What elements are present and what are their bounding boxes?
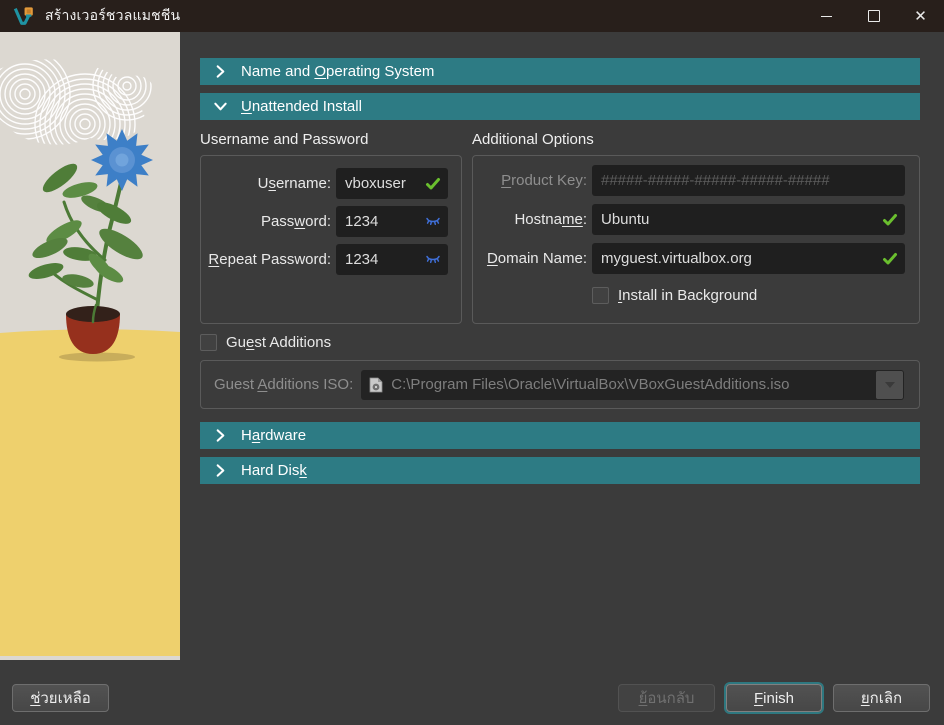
guest-additions-iso-group: Guest Additions ISO: C:\Program Files\Or… bbox=[200, 360, 920, 409]
triangle-down-icon bbox=[885, 382, 895, 388]
domain-name-field bbox=[592, 243, 905, 274]
optical-disc-file-icon bbox=[369, 377, 383, 393]
username-valid-check-icon bbox=[425, 176, 441, 192]
guest-additions-iso-label: Guest Additions ISO: bbox=[214, 376, 353, 393]
password-label: Password: bbox=[201, 213, 331, 230]
guest-additions-checkbox[interactable] bbox=[200, 334, 217, 351]
repeat-password-field bbox=[336, 244, 448, 275]
additional-options-group-title: Additional Options bbox=[472, 131, 594, 148]
minimize-icon bbox=[821, 16, 832, 17]
username-password-group: Username: Password: Repeat P bbox=[200, 155, 462, 324]
finish-button[interactable]: Finish bbox=[726, 684, 822, 712]
close-icon: ✕ bbox=[914, 9, 927, 24]
hostname-valid-check-icon bbox=[882, 212, 898, 228]
hostname-label: Hostname: bbox=[473, 211, 587, 228]
product-key-field bbox=[592, 165, 905, 196]
install-in-background-label: Install in Background bbox=[618, 287, 757, 304]
install-in-background-row: Install in Background bbox=[592, 287, 757, 304]
product-key-label: Product Key: bbox=[473, 172, 587, 189]
maximize-button[interactable] bbox=[850, 0, 897, 32]
hostname-input[interactable] bbox=[592, 211, 905, 228]
chevron-right-icon bbox=[213, 463, 228, 478]
section-hard-disk-label: Hard Disk bbox=[241, 462, 307, 479]
repeat-password-eye-closed-icon[interactable] bbox=[425, 254, 441, 265]
domain-valid-check-icon bbox=[882, 251, 898, 267]
create-vm-dialog: สร้างเวอร์ชวลแมชชีน ✕ bbox=[0, 0, 944, 725]
window-title: สร้างเวอร์ชวลแมชชีน bbox=[45, 5, 180, 27]
chevron-down-icon bbox=[213, 99, 228, 114]
section-name-os[interactable]: Name and Operating System bbox=[200, 58, 920, 85]
chevron-right-icon bbox=[213, 428, 228, 443]
section-hard-disk[interactable]: Hard Disk bbox=[200, 457, 920, 484]
password-field bbox=[336, 206, 448, 237]
sidebar-illustration bbox=[0, 32, 180, 660]
help-button[interactable]: ช่วยเหลือ bbox=[12, 684, 109, 712]
footer-bar: ช่วยเหลือ ย้อนกลับ Finish ยกเลิก bbox=[0, 660, 944, 725]
guest-additions-row: Guest Additions bbox=[200, 334, 920, 351]
section-unattended-label: Unattended Install bbox=[241, 98, 362, 115]
iso-dropdown-button[interactable] bbox=[876, 371, 903, 399]
product-key-input[interactable] bbox=[592, 172, 905, 189]
group-titles-row: Username and Password Additional Options bbox=[200, 131, 920, 149]
hostname-field bbox=[592, 204, 905, 235]
domain-name-input[interactable] bbox=[592, 250, 905, 267]
section-name-os-label: Name and Operating System bbox=[241, 63, 434, 80]
guest-additions-iso-path: C:\Program Files\Oracle\VirtualBox\VBoxG… bbox=[391, 376, 789, 393]
back-button[interactable]: ย้อนกลับ bbox=[618, 684, 715, 712]
username-field bbox=[336, 168, 448, 199]
password-eye-closed-icon[interactable] bbox=[425, 216, 441, 227]
username-label: Username: bbox=[201, 175, 331, 192]
minimize-button[interactable] bbox=[803, 0, 850, 32]
titlebar: สร้างเวอร์ชวลแมชชีน ✕ bbox=[0, 0, 944, 32]
section-hardware[interactable]: Hardware bbox=[200, 422, 920, 449]
chevron-right-icon bbox=[213, 64, 228, 79]
repeat-password-label: Repeat Password: bbox=[201, 251, 331, 268]
domain-name-label: Domain Name: bbox=[473, 250, 587, 267]
cancel-button[interactable]: ยกเลิก bbox=[833, 684, 930, 712]
flower-pot-artwork-icon bbox=[0, 32, 180, 660]
guest-additions-label: Guest Additions bbox=[226, 334, 331, 351]
window-controls: ✕ bbox=[803, 0, 944, 32]
additional-options-group: Product Key: Hostname: Domain Name: bbox=[472, 155, 920, 324]
guest-additions-iso-combobox[interactable]: C:\Program Files\Oracle\VirtualBox\VBoxG… bbox=[361, 370, 904, 400]
virtualbox-logo-icon bbox=[13, 5, 35, 27]
main-content: Name and Operating System Unattended Ins… bbox=[180, 32, 944, 660]
maximize-icon bbox=[868, 10, 880, 22]
close-button[interactable]: ✕ bbox=[897, 0, 944, 32]
unattended-groups-row: Username: Password: Repeat P bbox=[200, 155, 920, 324]
install-in-background-checkbox[interactable] bbox=[592, 287, 609, 304]
username-password-group-title: Username and Password bbox=[200, 131, 368, 148]
section-unattended-install[interactable]: Unattended Install bbox=[200, 93, 920, 120]
section-hardware-label: Hardware bbox=[241, 427, 306, 444]
